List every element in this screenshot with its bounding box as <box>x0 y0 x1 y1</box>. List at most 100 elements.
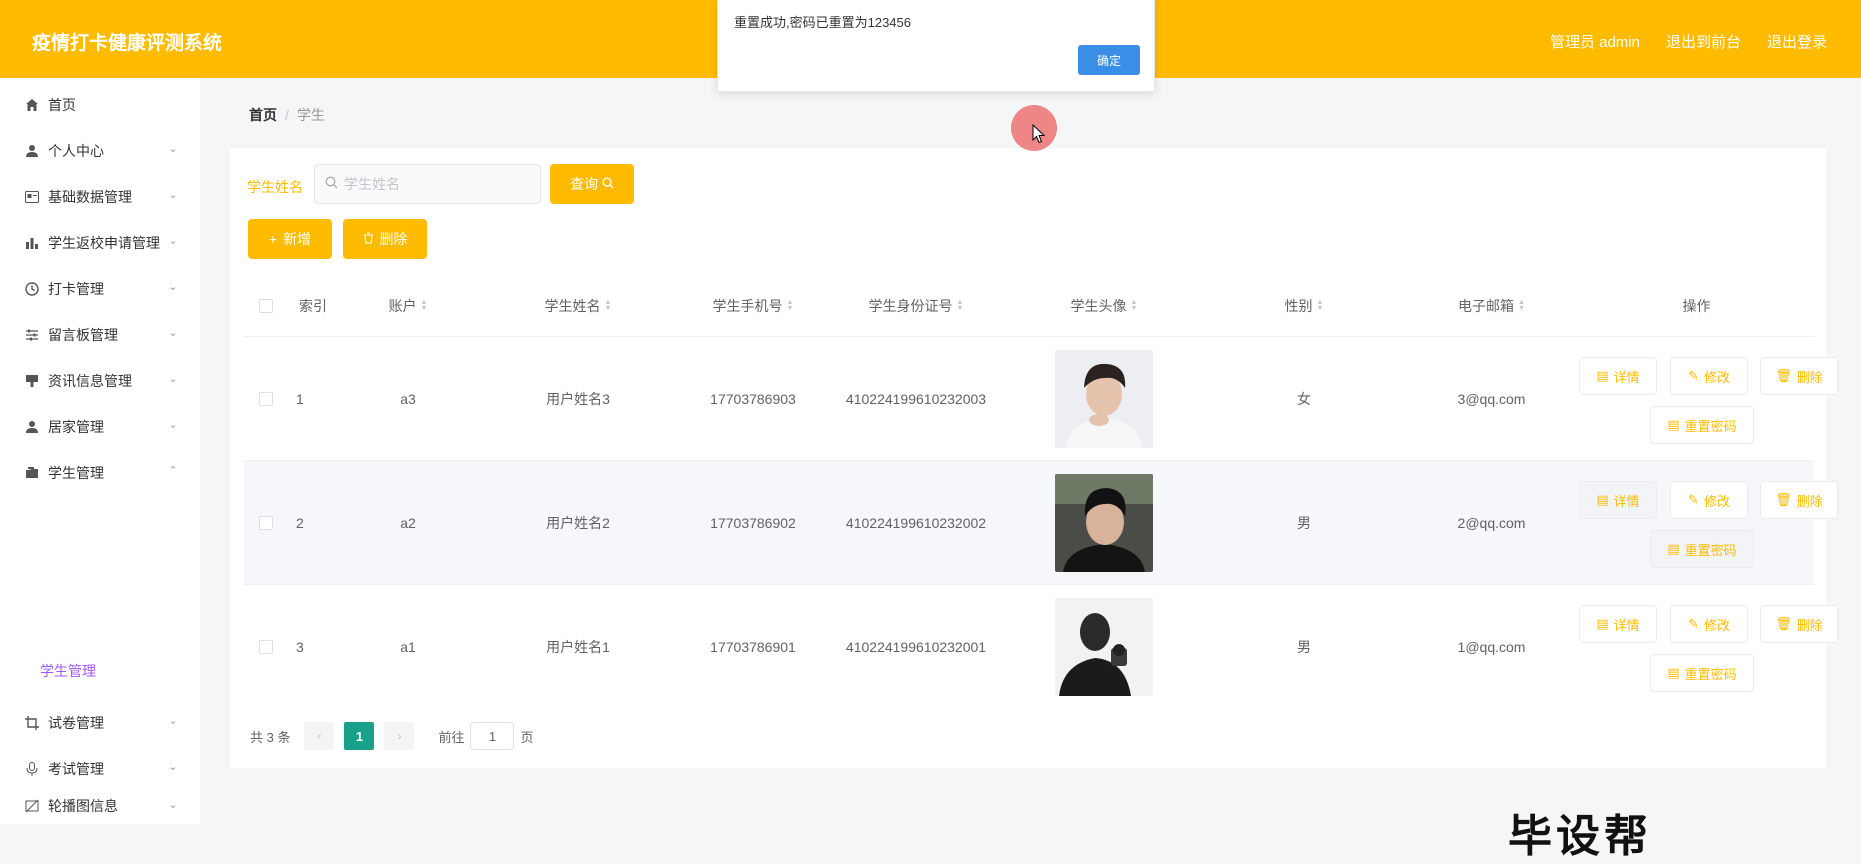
cell-account: a3 <box>400 391 416 407</box>
goto-label: 前往 <box>438 729 465 745</box>
row-checkbox[interactable] <box>259 392 273 406</box>
sidebar-item-label: 留言板管理 <box>48 327 118 343</box>
chevron-down-icon: ⌄ <box>168 327 178 339</box>
cell-email: 1@qq.com <box>1457 639 1526 655</box>
search-icon <box>602 176 614 192</box>
select-all-cell <box>244 276 288 336</box>
cell-account: a2 <box>400 515 416 531</box>
header-gender[interactable]: 性别 ▲ ▼ <box>1204 276 1404 336</box>
row-checkbox[interactable] <box>259 516 273 530</box>
sort-icon[interactable]: ▲ ▼ <box>421 299 428 312</box>
exit-to-front-link[interactable]: 退出到前台 <box>1666 31 1741 52</box>
header-idcard[interactable]: 学生身份证号 ▲ ▼ <box>828 276 1004 336</box>
sidebar-subitem-student-manage[interactable]: 学生管理 <box>40 661 96 681</box>
dialog-message: 重置成功,密码已重置为123456 <box>734 15 911 30</box>
sliders-icon <box>24 327 40 343</box>
sort-icon[interactable]: ▲ ▼ <box>1518 299 1525 312</box>
detail-button[interactable]: ▤ 详情 <box>1579 481 1657 519</box>
breadcrumb-home[interactable]: 首页 <box>249 107 277 123</box>
header-label: 操作 <box>1682 298 1711 314</box>
cell-student-name: 用户姓名1 <box>546 639 610 655</box>
cell-index: 1 <box>296 391 304 407</box>
chevron-down-icon: ⌄ <box>168 281 178 293</box>
delete-button[interactable]: 🗑 删除 <box>1760 357 1838 395</box>
header-email[interactable]: 电子邮箱 ▲ ▼ <box>1404 276 1579 336</box>
cell-avatar <box>1004 585 1204 709</box>
watermark-text: 毕设帮 <box>1508 812 1652 861</box>
edit-label: 修改 <box>1703 493 1730 509</box>
edit-button[interactable]: ✎ 修改 <box>1670 605 1748 643</box>
edit-button[interactable]: ✎ 修改 <box>1670 481 1748 519</box>
detail-label: 详情 <box>1613 493 1640 509</box>
chevron-down-icon: ⌄ <box>168 799 178 811</box>
cell-idcard: 410224199610232001 <box>845 639 987 655</box>
header-student-name[interactable]: 学生姓名 ▲ ▼ <box>478 276 678 336</box>
total-count: 共 3 条 <box>250 729 291 745</box>
next-page-button[interactable]: › <box>384 722 415 750</box>
search-field <box>314 164 541 204</box>
chevron-down-icon: ⌄ <box>168 761 178 773</box>
detail-button[interactable]: ▤ 详情 <box>1579 605 1657 643</box>
sidebar-item-label: 考试管理 <box>48 761 104 777</box>
delete-button[interactable]: 🗑 删除 <box>1760 605 1838 643</box>
app-title: 疫情打卡健康评测系统 <box>32 33 223 54</box>
sort-icon[interactable]: ▲ ▼ <box>1131 299 1138 312</box>
goto-page-input[interactable] <box>470 722 515 750</box>
sort-icon[interactable]: ▲ ▼ <box>605 299 612 312</box>
cell-account: a1 <box>400 639 416 655</box>
select-all-checkbox[interactable] <box>259 299 273 313</box>
user-icon <box>24 419 40 435</box>
sidebar-item-label: 试卷管理 <box>48 715 104 731</box>
chevron-down-icon: ⌄ <box>168 373 178 385</box>
detail-button[interactable]: ▤ 详情 <box>1579 357 1657 395</box>
prev-page-button[interactable]: ‹ <box>304 722 335 750</box>
row-select-cell <box>244 337 288 461</box>
sidebar-item-student[interactable]: 学生管理 ⌃ <box>0 446 200 500</box>
cell-idcard: 410224199610232003 <box>845 391 987 407</box>
add-button[interactable]: + 新增 <box>248 219 332 259</box>
student-name-search-input[interactable] <box>344 176 524 192</box>
delete-button[interactable]: 🗑 删除 <box>1760 481 1838 519</box>
table-header: 索引 账户 ▲ ▼ 学生姓名 ▲ ▼ 学生手机号 ▲ ▼ 学生身份证号 ▲ ▼ 学生头像 ▲ ▼ 性… <box>244 276 1814 336</box>
page-unit-label: 页 <box>520 729 534 745</box>
header-label: 性别 <box>1284 298 1313 314</box>
reset-password-button[interactable]: ▤ 重置密码 <box>1650 654 1754 692</box>
pencil-icon: ✎ <box>1688 616 1699 631</box>
header-phone[interactable]: 学生手机号 ▲ ▼ <box>678 276 828 336</box>
batch-delete-button[interactable]: 删除 <box>343 219 427 259</box>
admin-label: 管理员 admin <box>1549 34 1640 51</box>
cell-idcard: 410224199610232002 <box>845 515 987 531</box>
dialog-ok-button[interactable]: 确定 <box>1078 45 1140 75</box>
sidebar-item-label: 个人中心 <box>48 143 104 159</box>
document-icon: ▤ <box>1596 368 1609 383</box>
delete-label: 删除 <box>1796 617 1823 633</box>
info-icon <box>24 373 40 389</box>
page-number-current[interactable]: 1 <box>344 722 375 750</box>
header-label: 学生手机号 <box>712 298 783 314</box>
header-avatar[interactable]: 学生头像 ▲ ▼ <box>1004 276 1204 336</box>
cell-email: 3@qq.com <box>1457 391 1526 407</box>
chevron-down-icon: ⌄ <box>168 143 178 155</box>
sort-icon[interactable]: ▲ ▼ <box>787 299 794 312</box>
student-avatar-image <box>1055 598 1153 696</box>
row-checkbox[interactable] <box>259 640 273 654</box>
row-select-cell <box>244 585 288 709</box>
header-account[interactable]: 账户 ▲ ▼ <box>338 276 478 336</box>
sort-icon[interactable]: ▲ ▼ <box>957 299 964 312</box>
sidebar-item-carousel[interactable]: 轮播图信息 ⌄ <box>0 788 200 824</box>
cell-gender: 男 <box>1297 639 1311 655</box>
sort-icon[interactable]: ▲ ▼ <box>1317 299 1324 312</box>
query-button[interactable]: 查询 <box>550 164 634 204</box>
sidebar-item-label: 居家管理 <box>48 419 104 435</box>
sidebar-item-label: 资讯信息管理 <box>48 373 132 389</box>
reset-password-button[interactable]: ▤ 重置密码 <box>1650 406 1754 444</box>
sidebar-item-label: 打卡管理 <box>48 281 104 297</box>
logout-link[interactable]: 退出登录 <box>1767 31 1827 52</box>
search-label: 学生姓名 <box>247 179 303 195</box>
reset-password-button[interactable]: ▤ 重置密码 <box>1650 530 1754 568</box>
header-label: 学生身份证号 <box>868 298 953 314</box>
chevron-down-icon: ⌄ <box>168 189 178 201</box>
edit-button[interactable]: ✎ 修改 <box>1670 357 1748 395</box>
trash-icon: 🗑 <box>1775 492 1792 507</box>
header-label: 学生头像 <box>1070 298 1127 314</box>
